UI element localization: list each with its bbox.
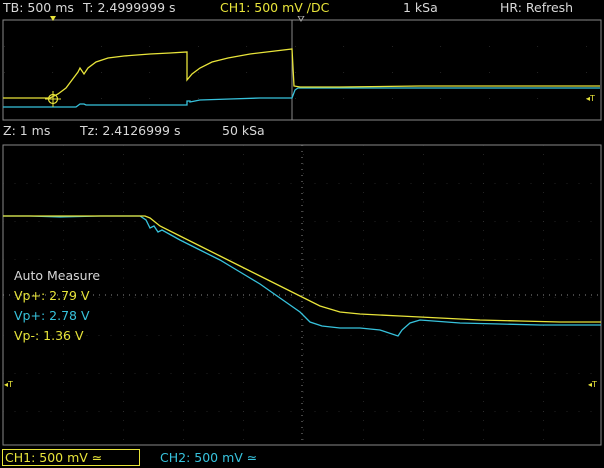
overview-pane[interactable]: ◂T bbox=[0, 16, 604, 122]
hr-mode-readout[interactable]: HR: Refresh bbox=[500, 0, 573, 16]
zoom-pane[interactable]: Auto Measure Vp+: 2.79 V Vp+: 2.78 V Vp-… bbox=[0, 140, 604, 448]
overview-trigger-level-marker[interactable]: ◂T bbox=[586, 94, 595, 103]
auto-measure-title: Auto Measure bbox=[14, 268, 101, 283]
ch1-setting-readout[interactable]: CH1: 500 mV /DC bbox=[220, 0, 329, 16]
trigger-level-marker-left[interactable]: ◂T bbox=[4, 380, 13, 389]
sample-rate-readout: 1 kSa bbox=[403, 0, 438, 15]
auto-measure-panel[interactable]: Auto Measure Vp+: 2.79 V Vp+: 2.78 V Vp-… bbox=[14, 266, 100, 346]
zoom-readout[interactable]: Z: 1 ms bbox=[3, 122, 50, 140]
zoom-time-readout[interactable]: Tz: 2.4126999 s bbox=[80, 122, 180, 140]
trigger-level-marker-right[interactable]: ◂T bbox=[588, 380, 597, 389]
timebase-readout[interactable]: TB: 500 ms bbox=[3, 0, 74, 16]
measure-ch1-vp-plus: Vp+: 2.79 V bbox=[14, 288, 90, 303]
ch2-channel-label[interactable]: CH2: 500 mV ≃ bbox=[160, 448, 257, 468]
overview-plot bbox=[2, 16, 602, 121]
measure-ch1-vp-minus: Vp-: 1.36 V bbox=[14, 328, 84, 343]
zoom-bar: Z: 1 ms Tz: 2.4126999 s 50 kSa bbox=[0, 122, 604, 140]
ch1-channel-label[interactable]: CH1: 500 mV ≃ bbox=[5, 448, 102, 468]
channel-bar: CH1: 500 mV ≃ CH2: 500 mV ≃ bbox=[0, 448, 604, 468]
zoom-sample-rate-readout: 50 kSa bbox=[222, 123, 265, 138]
trigger-time-readout[interactable]: T: 2.4999999 s bbox=[83, 0, 176, 16]
measure-ch2-vp-plus: Vp+: 2.78 V bbox=[14, 308, 90, 323]
status-bar: TB: 500 ms T: 2.4999999 s CH1: 500 mV /D… bbox=[0, 0, 604, 16]
